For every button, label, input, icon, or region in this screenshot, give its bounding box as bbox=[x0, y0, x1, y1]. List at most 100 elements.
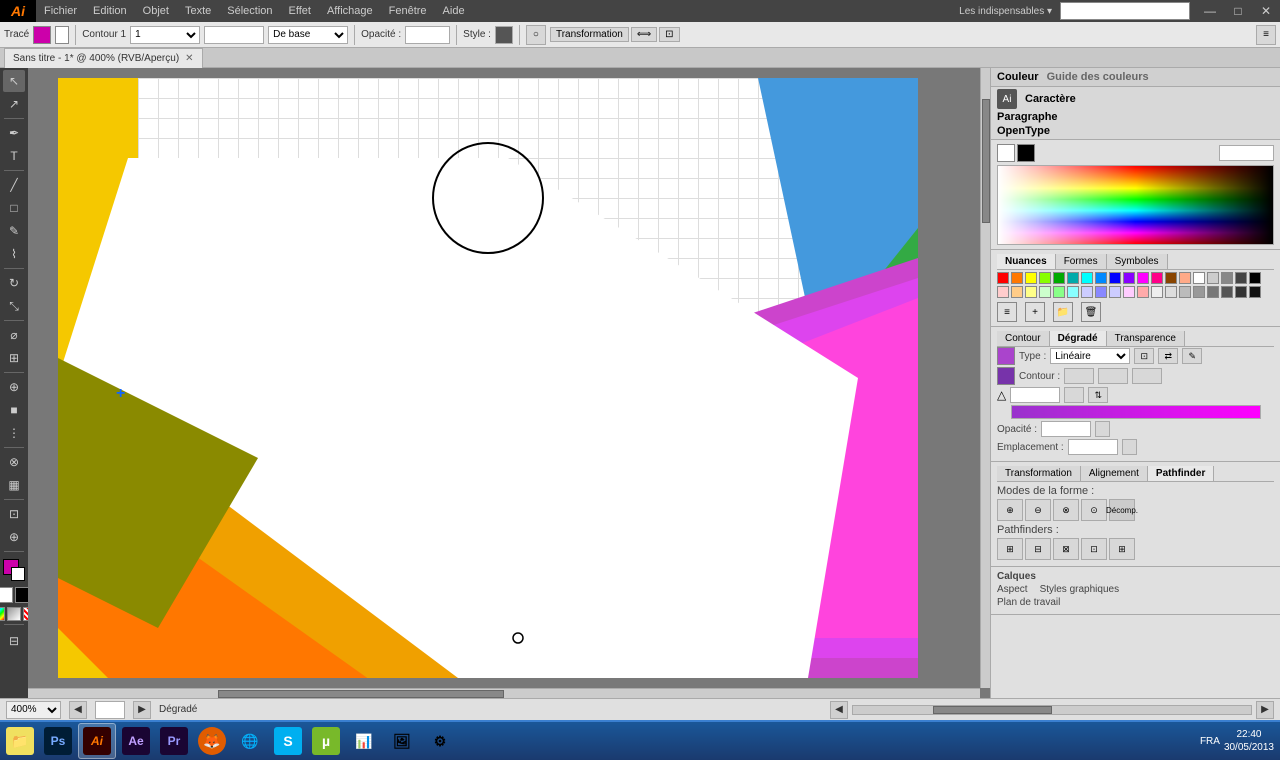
transformation-tab[interactable]: Transformation bbox=[997, 466, 1081, 481]
pencil-tool[interactable]: ✎ bbox=[3, 220, 25, 242]
rotate-tool[interactable]: ↻ bbox=[3, 272, 25, 294]
menu-edition[interactable]: Edition bbox=[85, 3, 135, 19]
artboard-tool[interactable]: ⊡ bbox=[3, 503, 25, 525]
utorrent-btn[interactable]: µ bbox=[308, 723, 344, 759]
h-scrollbar-bottom[interactable] bbox=[852, 705, 1252, 715]
panel-toggle-btn[interactable]: ≡ bbox=[1256, 25, 1276, 45]
swatch-gray4[interactable] bbox=[1193, 286, 1205, 298]
direct-selection-tool[interactable]: ↗ bbox=[3, 93, 25, 115]
gradient-edit-btn[interactable]: ✎ bbox=[1182, 348, 1202, 364]
stroke-swatch-small[interactable] bbox=[55, 26, 69, 44]
firefox-btn[interactable]: 🦊 bbox=[194, 723, 230, 759]
menu-affichage[interactable]: Affichage bbox=[319, 3, 381, 19]
opentype-label[interactable]: OpenType bbox=[997, 125, 1050, 137]
swatch-gray3[interactable] bbox=[1179, 286, 1191, 298]
minimize-button[interactable]: — bbox=[1196, 0, 1224, 22]
zoom-tool[interactable]: ⊕ bbox=[3, 526, 25, 548]
no-fill-btn[interactable] bbox=[0, 587, 13, 603]
selection-tool[interactable]: ↖ bbox=[3, 70, 25, 92]
swatch-skyblue[interactable] bbox=[1095, 272, 1107, 284]
aspect-label[interactable]: Aspect bbox=[997, 584, 1028, 595]
document-tab[interactable]: Sans titre - 1* @ 400% (RVB/Aperçu) ✕ bbox=[4, 48, 203, 68]
scroll-left[interactable]: ◀ bbox=[830, 701, 848, 719]
pathfinder-btn[interactable]: ⊡ bbox=[659, 27, 679, 42]
filemanager-btn[interactable]: 📊 bbox=[346, 723, 382, 759]
scroll-right[interactable]: ▶ bbox=[1256, 701, 1274, 719]
swatch-gray[interactable] bbox=[1221, 272, 1233, 284]
gradient-flip-btn[interactable]: ⇅ bbox=[1088, 387, 1108, 403]
photoshop-btn[interactable]: Ps bbox=[40, 723, 76, 759]
pf-expand[interactable]: Décomp. bbox=[1109, 499, 1135, 521]
swatch-lt12[interactable] bbox=[1151, 286, 1163, 298]
pf-merge[interactable]: ⊠ bbox=[1053, 538, 1079, 560]
swatch-lt5[interactable] bbox=[1053, 286, 1065, 298]
paragraphe-label[interactable]: Paragraphe bbox=[997, 111, 1058, 123]
swatch-pink[interactable] bbox=[1151, 272, 1163, 284]
contour-tab[interactable]: Contour bbox=[997, 331, 1050, 346]
menu-selection[interactable]: Sélection bbox=[219, 3, 280, 19]
circle-view-btn[interactable]: ○ bbox=[526, 25, 546, 45]
pf-divide[interactable]: ⊞ bbox=[997, 538, 1023, 560]
swatch-folder-btn[interactable]: 📁 bbox=[1053, 302, 1073, 322]
gradient-mode-btn[interactable] bbox=[7, 607, 21, 621]
opacity-input[interactable]: 100% bbox=[405, 26, 450, 44]
aftereffects-btn[interactable]: Ae bbox=[118, 723, 154, 759]
couleur-tab[interactable]: Couleur bbox=[997, 71, 1039, 83]
nav-next[interactable]: ▶ bbox=[133, 701, 151, 719]
skype-btn[interactable]: S bbox=[270, 723, 306, 759]
swatch-brown[interactable] bbox=[1165, 272, 1177, 284]
screen-mode-btn[interactable]: ⊟ bbox=[3, 630, 25, 652]
swatch-cyan[interactable] bbox=[1081, 272, 1093, 284]
eyedropper-tool[interactable]: ⋮ bbox=[3, 422, 25, 444]
menu-objet[interactable]: Objet bbox=[135, 3, 177, 19]
color-hex-input[interactable]: 54DA20 bbox=[1219, 145, 1274, 161]
swatch-lt4[interactable] bbox=[1039, 286, 1051, 298]
rect-tool[interactable]: □ bbox=[3, 197, 25, 219]
alignement-tab[interactable]: Alignement bbox=[1081, 466, 1148, 481]
align-btn[interactable]: ⟺ bbox=[631, 27, 657, 42]
emplacement-spin[interactable] bbox=[1122, 439, 1137, 455]
gradient-reverse-btn[interactable]: ⇄ bbox=[1158, 348, 1178, 364]
chrome-btn[interactable]: 🌐 bbox=[232, 723, 268, 759]
pf-exclude[interactable]: ⊙ bbox=[1081, 499, 1107, 521]
page-input[interactable]: 1 bbox=[95, 701, 125, 719]
v-scroll-thumb[interactable] bbox=[982, 99, 990, 223]
pen-tool[interactable]: ✒ bbox=[3, 122, 25, 144]
gradient-options-btn[interactable]: ⊡ bbox=[1134, 348, 1154, 364]
swatch-lt2[interactable] bbox=[1011, 286, 1023, 298]
shape-builder-tool[interactable]: ⊕ bbox=[3, 376, 25, 398]
pathfinder-tab[interactable]: Pathfinder bbox=[1148, 466, 1214, 481]
transform-btn[interactable]: Transformation bbox=[550, 27, 629, 42]
h-scroll-thumb[interactable] bbox=[218, 690, 504, 698]
swatch-lt9[interactable] bbox=[1109, 286, 1121, 298]
angle-input-1[interactable] bbox=[1064, 368, 1094, 384]
pf-outline[interactable]: ⊞ bbox=[1109, 538, 1135, 560]
zoom-select[interactable]: 400% bbox=[6, 701, 61, 719]
swatch-blue[interactable] bbox=[1109, 272, 1121, 284]
swatch-tan[interactable] bbox=[1179, 272, 1191, 284]
swatch-lt1[interactable] bbox=[997, 286, 1009, 298]
maximize-button[interactable]: □ bbox=[1224, 0, 1252, 22]
angle-value-input[interactable]: 74.3° bbox=[1010, 387, 1060, 403]
swatch-green[interactable] bbox=[1053, 272, 1065, 284]
type-tool[interactable]: T bbox=[3, 145, 25, 167]
h-scroll-thumb-bottom[interactable] bbox=[933, 706, 1052, 714]
swatch-gray8[interactable] bbox=[1249, 286, 1261, 298]
gradient-type-select[interactable]: Linéaire bbox=[1050, 348, 1130, 364]
premiere-btn[interactable]: Pr bbox=[156, 723, 192, 759]
swatch-orange[interactable] bbox=[1011, 272, 1023, 284]
swatch-lt3[interactable] bbox=[1025, 286, 1037, 298]
angle-input-2[interactable] bbox=[1098, 368, 1128, 384]
vertical-scrollbar[interactable] bbox=[980, 68, 990, 688]
swatch-red[interactable] bbox=[997, 272, 1009, 284]
swatch-new-btn[interactable]: + bbox=[1025, 302, 1045, 322]
guide-tab[interactable]: Guide des couleurs bbox=[1047, 71, 1149, 83]
swatch-magenta[interactable] bbox=[1137, 272, 1149, 284]
blend-tool[interactable]: ⊗ bbox=[3, 451, 25, 473]
gradient-color-swatch[interactable] bbox=[997, 347, 1015, 365]
pf-minus-front[interactable]: ⊖ bbox=[1025, 499, 1051, 521]
swatch-lt8[interactable] bbox=[1095, 286, 1107, 298]
swatch-lt6[interactable] bbox=[1067, 286, 1079, 298]
transparence-tab[interactable]: Transparence bbox=[1107, 331, 1185, 346]
swatch-yellow[interactable] bbox=[1025, 272, 1037, 284]
